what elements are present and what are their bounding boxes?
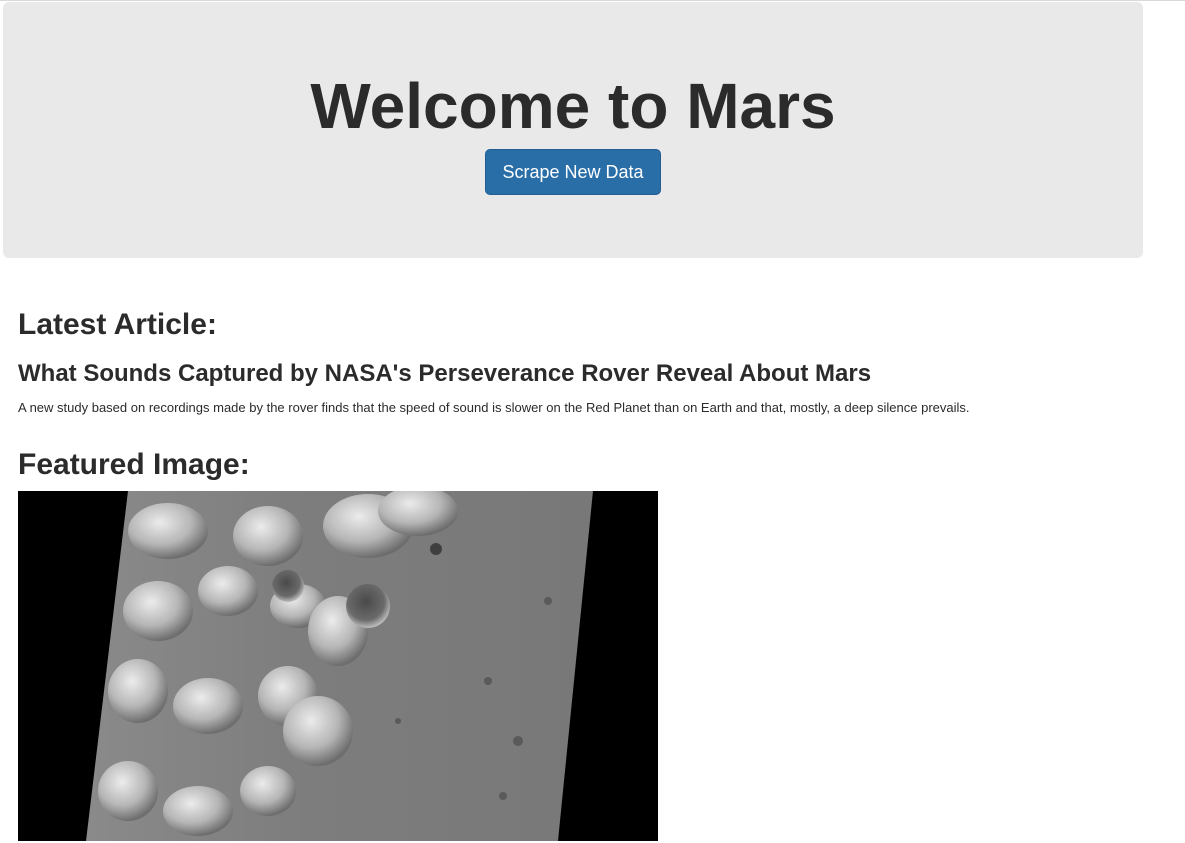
mars-surface-image xyxy=(18,491,658,841)
scrape-new-data-button[interactable]: Scrape New Data xyxy=(485,149,661,195)
featured-image xyxy=(18,491,658,841)
latest-article-heading: Latest Article: xyxy=(18,308,217,341)
page-title: Welcome to Mars xyxy=(310,70,836,142)
article-teaser: A new study based on recordings made by … xyxy=(18,400,970,415)
top-divider xyxy=(0,0,1185,1)
article-title: What Sounds Captured by NASA's Persevera… xyxy=(18,360,872,387)
jumbotron-header: Welcome to Mars Scrape New Data xyxy=(3,2,1143,258)
featured-image-heading: Featured Image: xyxy=(18,448,250,481)
